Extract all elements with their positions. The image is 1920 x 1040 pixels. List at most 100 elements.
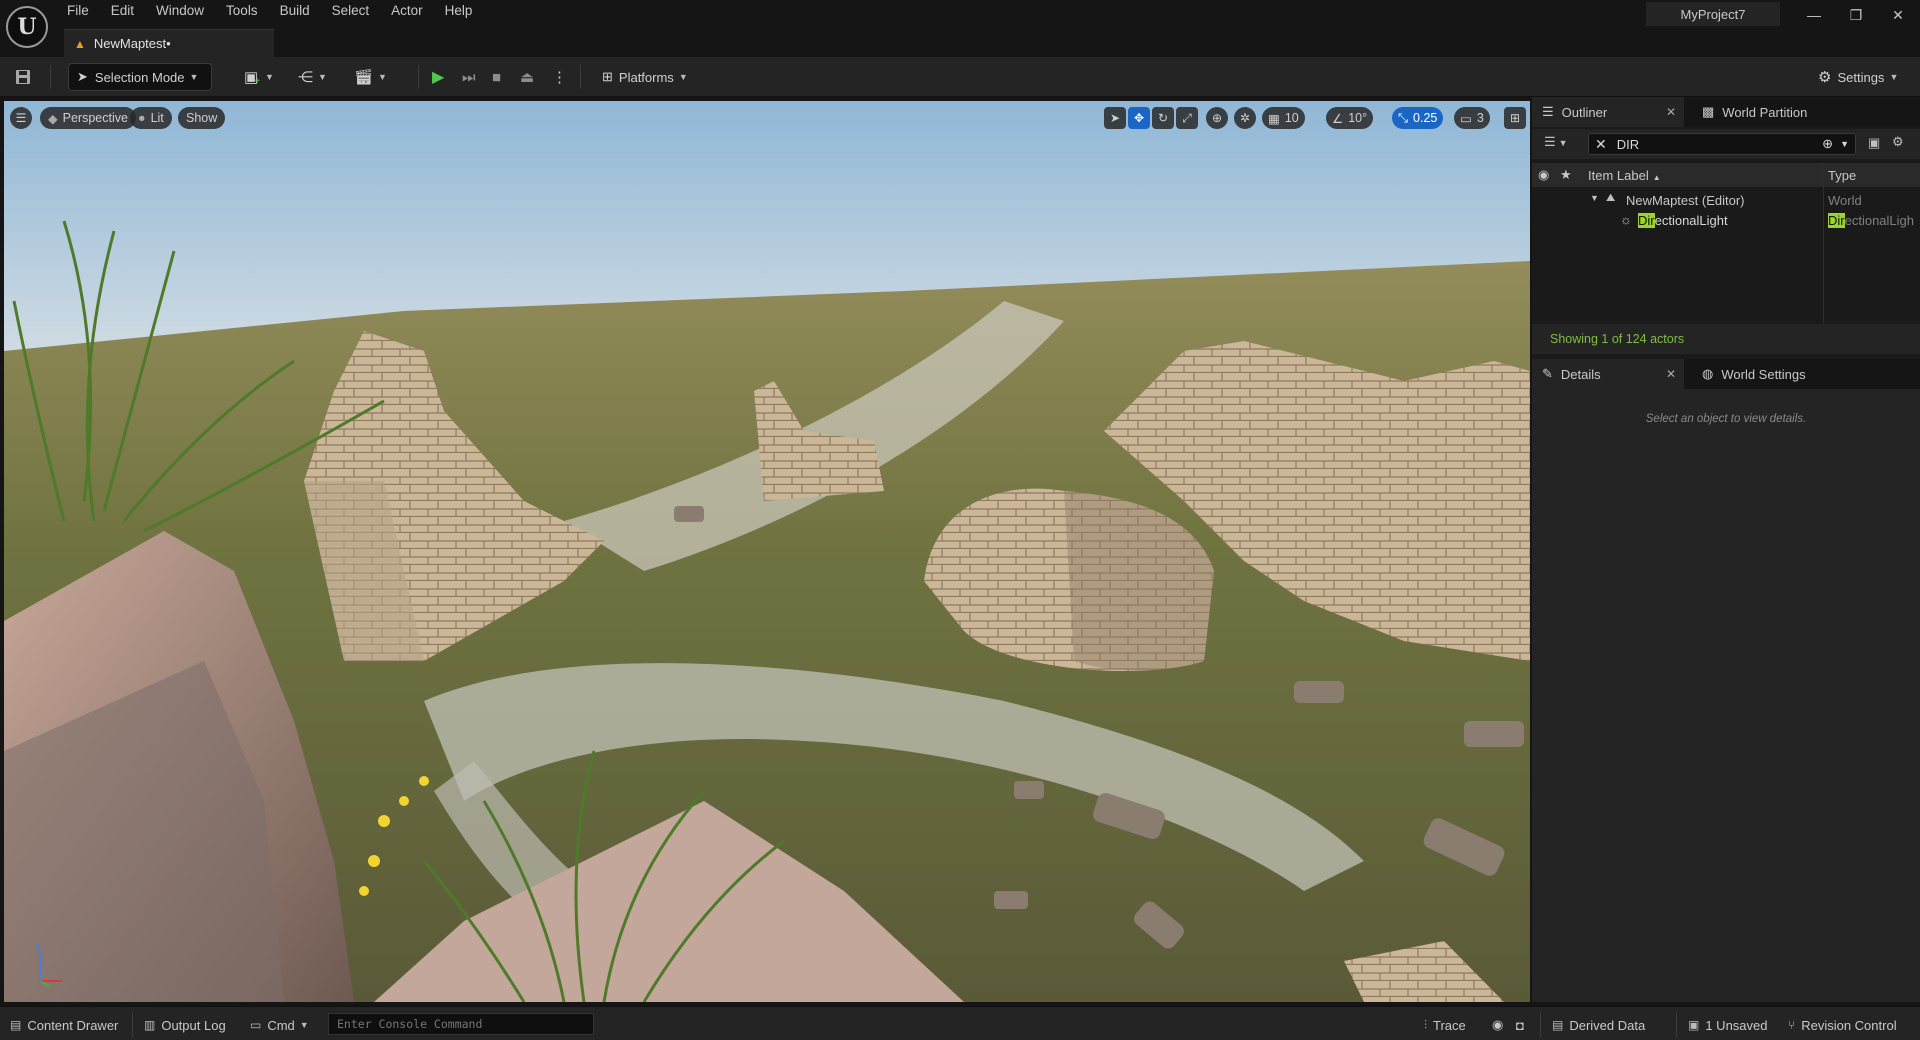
stop-button[interactable]: ■	[492, 63, 501, 91]
project-name-badge[interactable]: MyProject7	[1646, 2, 1780, 26]
console-command-input[interactable]	[328, 1013, 594, 1035]
rotate-tool-icon[interactable]: ↻	[1152, 107, 1174, 129]
add-folder-icon[interactable]: ▣	[1868, 135, 1880, 151]
menu-window[interactable]: Window	[145, 0, 215, 24]
collapse-triangle-icon[interactable]: ▼	[1590, 193, 1599, 203]
outliner-row-world[interactable]: ▼ ⛰ NewMaptest (Editor) World	[1532, 191, 1920, 211]
play-button[interactable]: ▶	[432, 63, 444, 91]
world-row-type: World	[1828, 193, 1862, 208]
eject-button[interactable]: ⏏	[520, 63, 534, 91]
perspective-button[interactable]: ◆ Perspective	[40, 107, 136, 129]
trace-button[interactable]: ⫶ Trace	[1424, 1014, 1466, 1036]
unsaved-button[interactable]: ▣ 1 Unsaved	[1688, 1014, 1768, 1036]
select-tool-icon[interactable]: ➤	[1104, 107, 1126, 129]
add-filter-icon[interactable]: ⊕	[1822, 136, 1833, 152]
surface-snap-icon[interactable]: ✲	[1234, 107, 1256, 129]
scale-tool-icon[interactable]: ⤢	[1176, 107, 1198, 129]
unreal-logo-icon[interactable]: U	[6, 6, 48, 48]
outliner-column-header: ◉ ★ Item Label ▲ Type	[1532, 163, 1920, 187]
advance-frame-button[interactable]: ⏭	[462, 63, 476, 91]
statusbar-divider	[1676, 1013, 1677, 1037]
scale-snap-button[interactable]: ⤡ 0.25	[1392, 107, 1444, 129]
outliner-search-row: ☰ ▼ ✕ DIR ⊕ ▼ ▣ ⚙	[1532, 129, 1920, 159]
visibility-eye-icon[interactable]: ◉	[1538, 167, 1549, 183]
show-button[interactable]: Show	[178, 107, 226, 129]
revision-control-label: Revision Control	[1801, 1017, 1897, 1033]
settings-dropdown[interactable]: ⚙ Settings ▼	[1812, 63, 1904, 91]
camera-speed-button[interactable]: ▭ 3	[1454, 107, 1490, 129]
rotation-snap-button[interactable]: ∠ 10°	[1326, 107, 1374, 129]
globe-icon: ◍	[1702, 366, 1714, 381]
sort-ascending-icon: ▲	[1652, 173, 1661, 182]
column-item-label[interactable]: Item Label ▲	[1588, 168, 1661, 183]
grid-icon: ▦	[1268, 111, 1280, 126]
close-window-button[interactable]: ✕	[1880, 2, 1916, 28]
status-bar: ▤ Content Drawer ▥ Output Log ▭ Cmd ▼ ⫶ …	[0, 1006, 1920, 1040]
platforms-dropdown[interactable]: ⊞ Platforms ▼	[596, 63, 694, 91]
level-viewport[interactable]: ☰ ◆ Perspective ● Lit Show ➤ ✥ ↻ ⤢ ⊕ ✲ ▦…	[4, 101, 1530, 1002]
column-type[interactable]: Type	[1828, 168, 1856, 183]
menu-select[interactable]: Select	[321, 0, 381, 24]
star-icon[interactable]: ★	[1560, 167, 1572, 183]
menu-file[interactable]: File	[56, 0, 100, 24]
grid-snap-button[interactable]: ▦ 10	[1262, 107, 1305, 129]
tab-world-partition[interactable]: ▩ World Partition	[1692, 97, 1807, 127]
restore-button[interactable]: ❐	[1838, 2, 1874, 28]
translate-tool-icon[interactable]: ✥	[1128, 107, 1150, 129]
toolbar-divider	[418, 65, 419, 89]
menu-actor[interactable]: Actor	[380, 0, 434, 24]
tab-outliner[interactable]: ☰ Outliner ✕	[1532, 97, 1684, 127]
hamburger-menu-icon[interactable]: ☰	[10, 107, 32, 129]
pencil-icon: ✎	[1542, 366, 1553, 381]
scene-render	[4, 101, 1530, 1002]
record-button[interactable]: ◉	[1492, 1014, 1503, 1036]
menu-edit[interactable]: Edit	[100, 0, 145, 24]
world-partition-icon: ▩	[1702, 104, 1715, 119]
right-panels: ☰ Outliner ✕ ▩ World Partition ☰ ▼ ✕ DIR …	[1532, 97, 1920, 1002]
clear-search-icon[interactable]: ✕	[1595, 136, 1607, 153]
play-icon: ▶	[432, 69, 445, 86]
screenshot-button[interactable]: ◘	[1516, 1014, 1524, 1036]
add-content-button[interactable]: ▣ + ▼	[244, 63, 274, 91]
tab-world-settings[interactable]: ◍ World Settings	[1692, 359, 1806, 389]
menu-build[interactable]: Build	[269, 0, 321, 24]
outliner-tab-bar: ☰ Outliner ✕ ▩ World Partition	[1532, 97, 1920, 127]
chevron-down-icon: ▼	[378, 72, 387, 82]
output-log-button[interactable]: ▥ Output Log	[144, 1014, 226, 1036]
menu-tools[interactable]: Tools	[215, 0, 269, 24]
chevron-down-icon[interactable]: ▼	[1840, 139, 1849, 149]
column-divider	[1823, 163, 1824, 323]
world-coordinates-icon[interactable]: ⊕	[1206, 107, 1228, 129]
close-tab-icon[interactable]: ✕	[1666, 367, 1676, 381]
viewport-right-controls: ➤ ✥ ↻ ⤢ ⊕ ✲ ▦ 10 ∠ 10° ⤡ 0.25 ▭ 3 ⊞	[1104, 107, 1528, 129]
outliner-status: Showing 1 of 124 actors	[1532, 324, 1920, 354]
level-document-tab[interactable]: ▲ NewMaptest•	[64, 29, 274, 57]
revision-control-button[interactable]: ⑂ Revision Control	[1788, 1014, 1897, 1036]
gear-icon: ⚙	[1818, 69, 1832, 86]
scale-snap-value: 0.25	[1413, 111, 1438, 125]
outliner-row-directional-light[interactable]: ☼ DirectionalLight DirectionalLigh	[1532, 211, 1920, 231]
menu-help[interactable]: Help	[434, 0, 484, 24]
lit-button[interactable]: ● Lit	[130, 107, 172, 129]
outliner-settings-gear-icon[interactable]: ⚙	[1892, 134, 1904, 150]
derived-data-button[interactable]: ▤ Derived Data	[1552, 1014, 1645, 1036]
tab-details[interactable]: ✎ Details ✕	[1532, 359, 1684, 389]
play-options-button[interactable]: ⋮	[552, 63, 567, 91]
content-drawer-label: Content Drawer	[27, 1017, 119, 1033]
save-button[interactable]	[14, 63, 36, 91]
minimize-button[interactable]: —	[1796, 2, 1832, 28]
filter-icon[interactable]: ☰ ▼	[1544, 134, 1568, 150]
sun-icon: ☼	[1620, 212, 1632, 227]
blueprints-button[interactable]: ⋲ ▼	[298, 63, 327, 91]
cinematics-button[interactable]: 🎬︎ ▼	[354, 63, 387, 91]
selection-mode-dropdown[interactable]: ➤ Selection Mode ▼	[68, 63, 212, 91]
selection-mode-label: Selection Mode	[94, 69, 185, 85]
viewport-layout-icon[interactable]: ⊞	[1504, 107, 1526, 129]
rotation-snap-value: 10°	[1348, 111, 1368, 125]
sphere-icon: ●	[138, 111, 146, 125]
outliner-search-field[interactable]: ✕ DIR ⊕ ▼	[1588, 133, 1856, 155]
close-tab-icon[interactable]: ✕	[1666, 105, 1676, 119]
content-drawer-button[interactable]: ▤ Content Drawer	[10, 1014, 118, 1036]
cmd-dropdown[interactable]: ▭ Cmd ▼	[250, 1014, 309, 1036]
statusbar-divider	[132, 1013, 133, 1037]
